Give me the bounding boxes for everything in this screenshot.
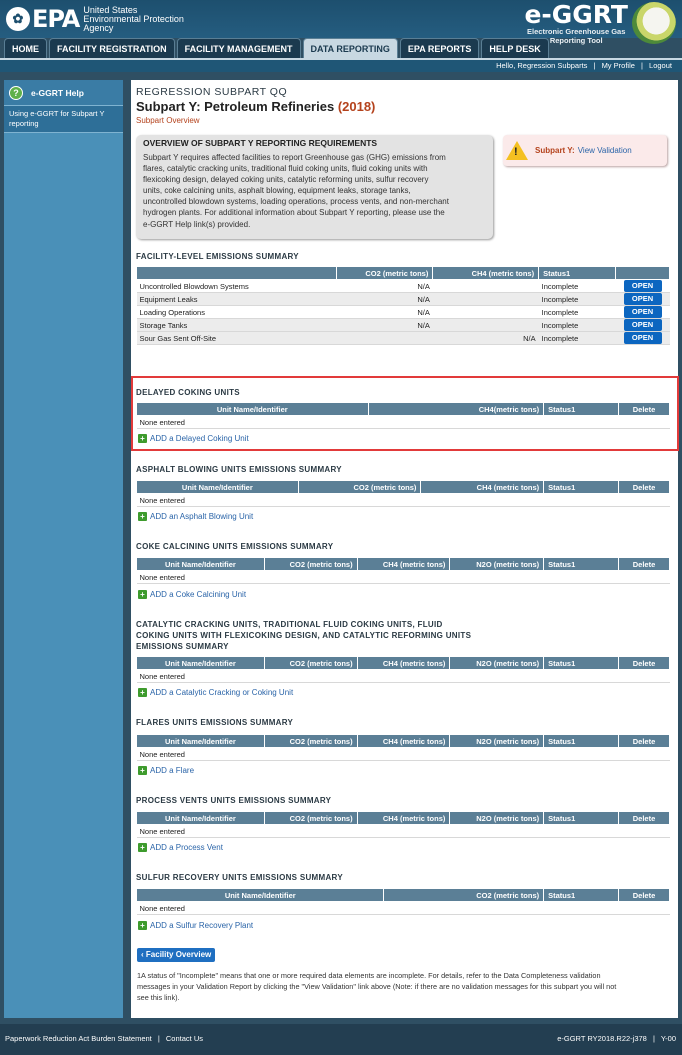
epa-logo[interactable]: ✿ EPA United States Environmental Protec… [6, 5, 184, 33]
tab-home[interactable]: HOME [4, 38, 47, 58]
add-asphalt-link[interactable]: + ADD an Asphalt Blowing Unit [138, 512, 253, 521]
footer: Paperwork Reduction Act Burden Statement… [0, 1024, 682, 1055]
asphalt-table: Unit Name/Identifier CO2 (metric tons) C… [136, 480, 670, 507]
paperwork-link[interactable]: Paperwork Reduction Act Burden Statement [5, 1034, 152, 1043]
add-delayed-coking-link[interactable]: + ADD a Delayed Coking Unit [138, 434, 249, 443]
add-catalytic-link[interactable]: + ADD a Catalytic Cracking or Coking Uni… [138, 688, 293, 697]
validation-label: Subpart Y: [535, 146, 575, 155]
coke-calcining-table: Unit Name/Identifier CO2 (metric tons) C… [136, 557, 670, 584]
plus-icon: + [138, 434, 147, 443]
facility-overview-button[interactable]: ‹ Facility Overview [137, 948, 216, 962]
user-greeting: Hello, Regression Subparts [496, 61, 588, 70]
epa-seal-icon: ✿ [6, 7, 30, 31]
back-arrow-icon: ‹ [141, 950, 144, 959]
delayed-coking-heading: DELAYED COKING UNITS [136, 388, 240, 397]
validation-box: ! Subpart Y: View Validation [503, 135, 667, 166]
add-coke-calcining-link[interactable]: + ADD a Coke Calcining Unit [138, 590, 246, 599]
table-row: None entered [136, 669, 670, 683]
facility-summary-table: CO2 (metric tons) CH4 (metric tons) Stat… [136, 266, 670, 345]
table-header-row: CO2 (metric tons) CH4 (metric tons) Stat… [136, 266, 670, 280]
add-process-vent-link[interactable]: + ADD a Process Vent [138, 843, 223, 852]
agency-name: United States Environmental Protection A… [83, 4, 184, 33]
open-button[interactable]: OPEN [623, 293, 662, 305]
header: ✿ EPA United States Environmental Protec… [0, 0, 682, 45]
sidebar-help-label: e-GGRT Help [31, 87, 84, 98]
table-row: Equipment Leaks N/A Incomplete OPEN [136, 292, 670, 306]
sidebar-help-header[interactable]: ? e-GGRT Help [4, 80, 123, 105]
app-title: e-GGRT [524, 0, 628, 29]
main-content: REGRESSION SUBPART QQ Subpart Y: Petrole… [131, 80, 679, 1018]
main-nav: HOME FACILITY REGISTRATION FACILITY MANA… [4, 38, 551, 58]
tab-help-desk[interactable]: HELP DESK [481, 38, 549, 58]
process-vents-table: Unit Name/Identifier CO2 (metric tons) C… [136, 811, 670, 838]
table-row: None entered [136, 901, 670, 915]
plus-icon: + [138, 921, 147, 930]
table-row: Loading Operations N/A Incomplete OPEN [136, 305, 670, 319]
app-subtitle-1: Electronic Greenhouse Gas [527, 27, 626, 36]
plus-icon: + [138, 766, 147, 775]
delayed-coking-table: Unit Name/Identifier CH4(metric tons) St… [136, 402, 670, 429]
table-row: None entered [136, 415, 670, 429]
contact-us-link[interactable]: Contact Us [166, 1034, 203, 1043]
view-validation-link[interactable]: View Validation [578, 146, 632, 155]
asphalt-heading: ASPHALT BLOWING UNITS EMISSIONS SUMMARY [136, 465, 342, 474]
user-bar: Hello, Regression Subparts | My Profile … [0, 58, 682, 72]
page-title: Subpart Y: Petroleum Refineries (2018) [136, 99, 376, 114]
sulfur-heading: SULFUR RECOVERY UNITS EMISSIONS SUMMARY [136, 873, 343, 882]
version-label: e-GGRT RY2018.R22-j378 [557, 1034, 647, 1043]
open-button[interactable]: OPEN [623, 280, 662, 292]
table-header-row: Unit Name/Identifier CO2 (metric tons) C… [136, 656, 670, 670]
open-button[interactable]: OPEN [623, 306, 662, 318]
tab-data-reporting[interactable]: DATA REPORTING [302, 38, 398, 58]
subpart-overview-link[interactable]: Subpart Overview [136, 116, 200, 125]
table-header-row: Unit Name/Identifier CO2 (metric tons) S… [135, 888, 670, 902]
overview-box: OVERVIEW OF SUBPART Y REPORTING REQUIREM… [136, 135, 493, 239]
flares-heading: FLARES UNITS EMISSIONS SUMMARY [136, 718, 294, 727]
table-row: None entered [136, 570, 670, 584]
flares-table: Unit Name/Identifier CO2 (metric tons) C… [136, 734, 670, 761]
table-row: None entered [136, 747, 670, 761]
reporting-year: (2018) [337, 99, 376, 114]
add-flare-link[interactable]: + ADD a Flare [138, 766, 194, 775]
table-row: None entered [136, 493, 670, 507]
plus-icon: + [138, 590, 147, 599]
add-sulfur-recovery-link[interactable]: + ADD a Sulfur Recovery Plant [138, 921, 253, 930]
catalytic-table: Unit Name/Identifier CO2 (metric tons) C… [136, 656, 670, 683]
plus-icon: + [138, 843, 147, 852]
plus-icon: + [138, 688, 147, 697]
overview-text: Subpart Y requires affected facilities t… [143, 153, 449, 229]
table-row: Uncontrolled Blowdown Systems N/A Incomp… [136, 279, 670, 293]
my-profile-link[interactable]: My Profile [602, 61, 635, 70]
catalytic-heading: CATALYTIC CRACKING UNITS, TRADITIONAL FL… [136, 620, 472, 651]
epa-logo-text: EPA [32, 5, 80, 33]
table-header-row: Unit Name/Identifier CO2 (metric tons) C… [136, 557, 670, 571]
server-label: Y-00 [660, 1034, 676, 1043]
plus-icon: + [138, 512, 147, 521]
tab-facility-registration[interactable]: FACILITY REGISTRATION [49, 38, 175, 58]
open-button[interactable]: OPEN [623, 319, 662, 331]
logout-link[interactable]: Logout [649, 61, 672, 70]
overview-heading: OVERVIEW OF SUBPART Y REPORTING REQUIREM… [143, 138, 378, 148]
process-vents-heading: PROCESS VENTS UNITS EMISSIONS SUMMARY [136, 796, 332, 805]
table-header-row: Unit Name/Identifier CO2 (metric tons) C… [136, 734, 670, 748]
coke-calcining-heading: COKE CALCINING UNITS EMISSIONS SUMMARY [136, 542, 334, 551]
regression-label: REGRESSION SUBPART QQ [136, 86, 288, 98]
egret-logo-icon [632, 2, 676, 44]
table-row: None entered [136, 824, 670, 838]
sulfur-table: Unit Name/Identifier CO2 (metric tons) S… [135, 888, 670, 915]
sidebar: ? e-GGRT Help Using e-GGRT for Subpart Y… [4, 80, 123, 1018]
facility-summary-heading: FACILITY-LEVEL EMISSIONS SUMMARY [136, 252, 299, 261]
tab-facility-management[interactable]: FACILITY MANAGEMENT [176, 38, 301, 58]
table-row: Sour Gas Sent Off-Site N/A Incomplete OP… [136, 331, 670, 345]
table-header-row: Unit Name/Identifier CH4(metric tons) St… [136, 402, 670, 416]
table-row: Storage Tanks N/A Incomplete OPEN [136, 318, 670, 332]
table-header-row: Unit Name/Identifier CO2 (metric tons) C… [136, 811, 670, 825]
sidebar-link-subpart-y[interactable]: Using e-GGRT for Subpart Y reporting [4, 105, 123, 133]
warning-icon: ! [506, 141, 528, 160]
tab-epa-reports[interactable]: EPA REPORTS [399, 38, 480, 58]
table-header-row: Unit Name/Identifier CO2 (metric tons) C… [136, 480, 670, 494]
open-button[interactable]: OPEN [623, 332, 662, 344]
question-icon: ? [9, 85, 23, 100]
footnote: 1A status of "Incomplete" means that one… [137, 971, 617, 1002]
